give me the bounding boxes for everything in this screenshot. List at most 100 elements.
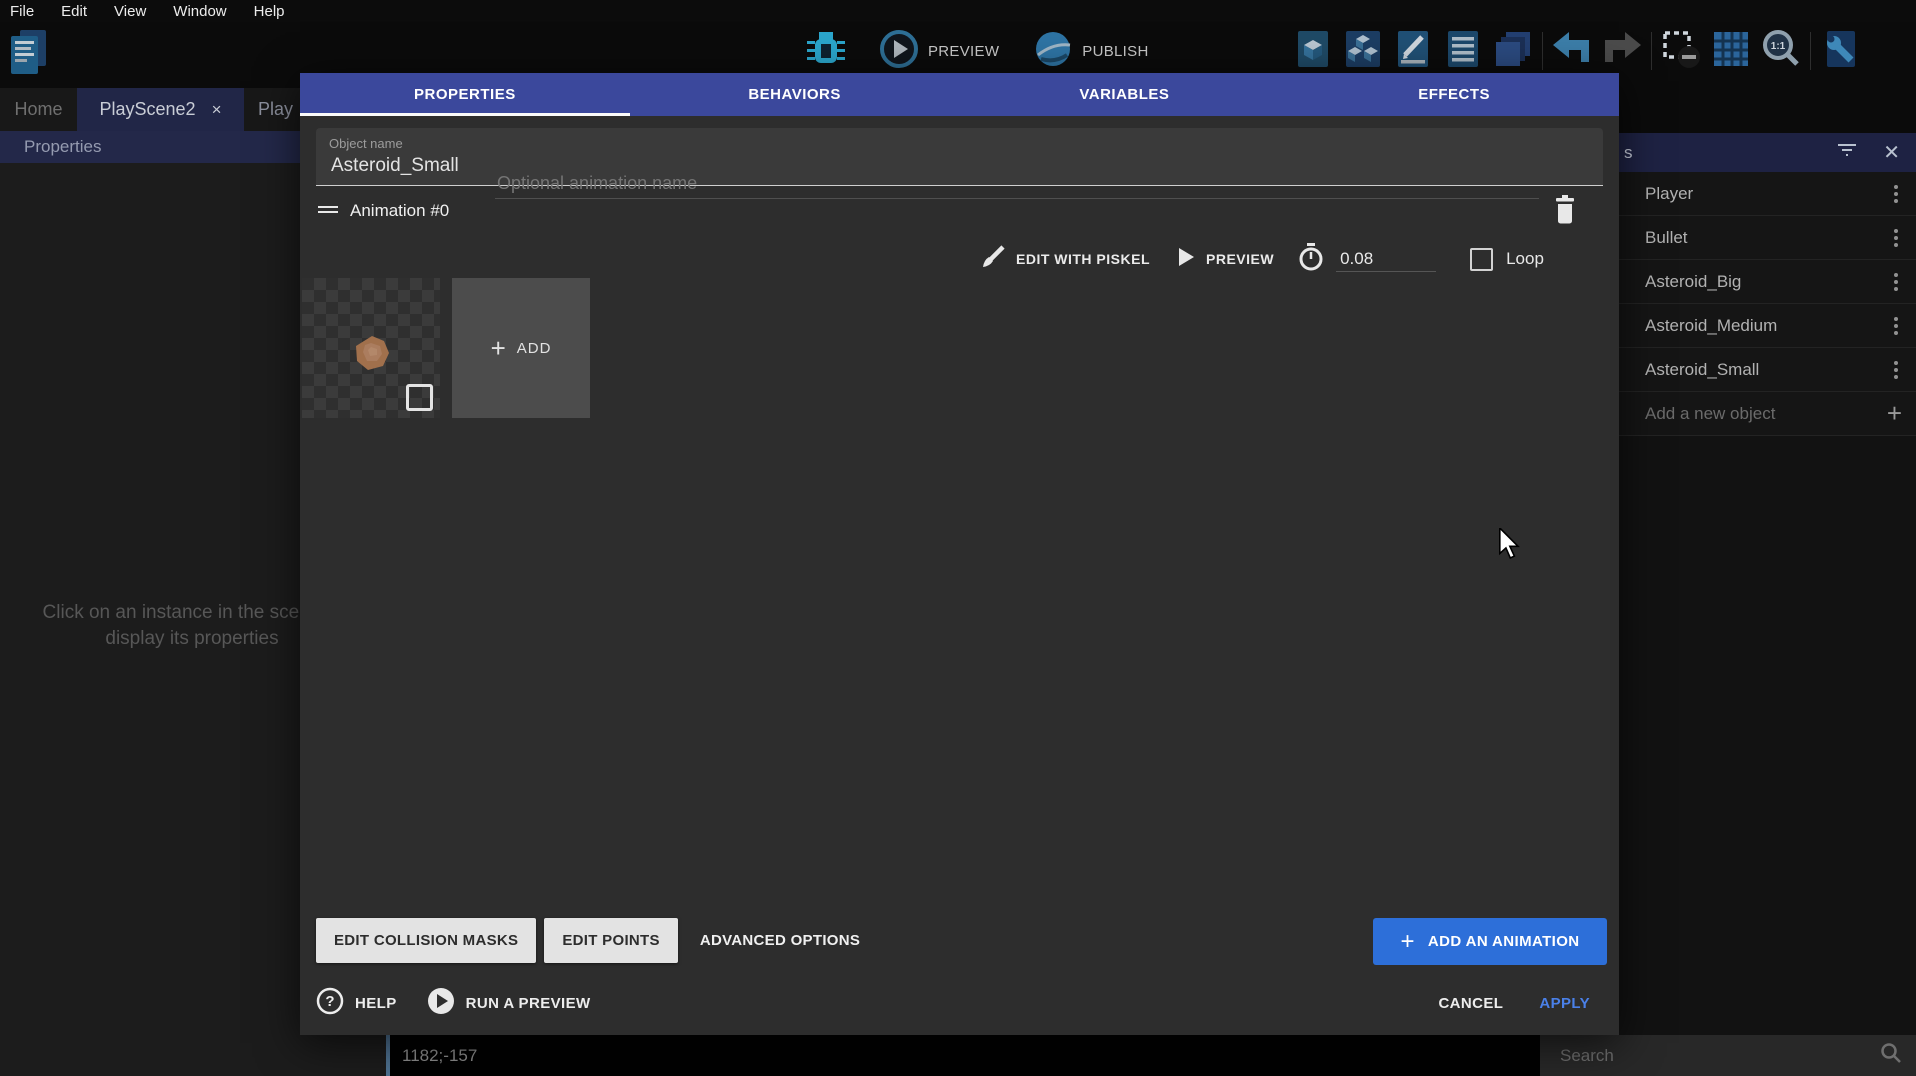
tab-home-label: Home (14, 99, 62, 120)
add-new-object-label: Add a new object (1645, 404, 1887, 424)
mouse-cursor (1498, 528, 1522, 560)
kebab-menu-icon[interactable] (1890, 313, 1902, 339)
cursor-coordinates: 1182;-157 (390, 1035, 1540, 1076)
tab-variables[interactable]: VARIABLES (960, 73, 1290, 116)
kebab-menu-icon[interactable] (1890, 357, 1902, 383)
wrench-document-icon[interactable] (1819, 28, 1861, 75)
svg-text:1:1: 1:1 (1771, 41, 1786, 52)
drag-handle-icon[interactable] (318, 203, 338, 216)
tab-playscene2-label: PlayScene2 (99, 99, 195, 120)
loop-label[interactable]: Loop (1506, 249, 1544, 269)
plus-icon[interactable]: + (1887, 398, 1902, 429)
run-preview-icon (427, 987, 455, 1020)
help-button[interactable]: HELP (355, 995, 397, 1012)
object-name-label: Object name (329, 136, 403, 151)
edit-collision-masks-button[interactable]: EDIT COLLISION MASKS (316, 918, 536, 963)
trash-icon[interactable] (1553, 195, 1577, 230)
loop-checkbox[interactable] (1470, 248, 1493, 271)
animation-frame-thumbnail[interactable] (302, 278, 440, 418)
menu-view[interactable]: View (114, 3, 146, 20)
stopwatch-icon (1298, 243, 1324, 276)
animation-name-input[interactable] (495, 169, 1539, 199)
edit-points-button[interactable]: EDIT POINTS (544, 918, 677, 963)
pencil-document-icon[interactable] (1392, 28, 1434, 75)
cubes-icon[interactable] (1342, 28, 1384, 75)
edit-with-piskel-button[interactable]: EDIT WITH PISKEL (1016, 251, 1150, 267)
object-row-asteroid-big[interactable]: Asteroid_Big (1619, 260, 1916, 304)
object-row-bullet[interactable]: Bullet (1619, 216, 1916, 260)
object-row-player[interactable]: Player (1619, 172, 1916, 216)
menu-edit[interactable]: Edit (61, 3, 87, 20)
add-an-animation-button[interactable]: + ADD AN ANIMATION (1373, 918, 1607, 965)
run-a-preview-button[interactable]: RUN A PREVIEW (466, 995, 591, 1012)
kebab-menu-icon[interactable] (1890, 269, 1902, 295)
gdevelop-window: File Edit View Window Help (0, 0, 1916, 1076)
toolbar-right: 1:1 (1292, 28, 1861, 74)
cube-document-icon[interactable] (1292, 28, 1334, 75)
tab-play-label: Play (258, 99, 293, 120)
add-frame-button[interactable]: + ADD (452, 278, 590, 418)
time-between-frames-input[interactable] (1336, 247, 1436, 272)
add-an-animation-label: ADD AN ANIMATION (1428, 933, 1580, 950)
grid-icon[interactable] (1710, 28, 1752, 75)
redo-arrow-icon[interactable] (1601, 28, 1643, 75)
publish-globe-icon[interactable] (1033, 29, 1073, 74)
close-icon[interactable]: ✕ (1883, 140, 1900, 165)
search-bar (1540, 1035, 1916, 1076)
dialog-actions: EDIT COLLISION MASKS EDIT POINTS ADVANCE… (316, 918, 874, 963)
object-row-asteroid-medium[interactable]: Asteroid_Medium (1619, 304, 1916, 348)
objects-panel: s ✕ Player Bullet Asteroid_Big Asteroid_… (1619, 133, 1916, 1035)
properties-panel-header: Properties (0, 131, 316, 163)
layers-icon[interactable] (1492, 28, 1534, 75)
plus-icon: + (1400, 928, 1414, 956)
svg-text:?: ? (325, 993, 334, 1010)
cancel-button[interactable]: CANCEL (1438, 995, 1503, 1012)
selection-mask-icon[interactable] (1660, 28, 1702, 75)
object-name: Asteroid_Medium (1645, 316, 1890, 336)
object-row-asteroid-small[interactable]: Asteroid_Small (1619, 348, 1916, 392)
app-logo-icon (8, 28, 48, 83)
publish-button[interactable]: PUBLISH (1082, 43, 1148, 60)
preview-play-icon[interactable] (879, 29, 919, 74)
undo-arrow-icon[interactable] (1551, 28, 1593, 75)
advanced-options-button[interactable]: ADVANCED OPTIONS (686, 918, 874, 963)
animation-toolbar: EDIT WITH PISKEL PREVIEW Loop (980, 238, 1544, 280)
brush-icon (980, 244, 1006, 275)
search-input[interactable] (1540, 1045, 1880, 1067)
dialog-footer-right: CANCEL APPLY (1438, 978, 1590, 1028)
add-frame-label: ADD (517, 340, 552, 357)
objects-header-partial-text: s (1619, 143, 1633, 163)
object-name: Asteroid_Big (1645, 272, 1890, 292)
animation-title: Animation #0 (350, 201, 449, 221)
filter-icon[interactable] (1837, 143, 1857, 162)
object-editor-dialog: PROPERTIES BEHAVIORS VARIABLES EFFECTS O… (300, 73, 1619, 1035)
kebab-menu-icon[interactable] (1890, 181, 1902, 207)
list-document-icon[interactable] (1442, 28, 1484, 75)
selected-tab-indicator (300, 113, 630, 116)
kebab-menu-icon[interactable] (1890, 225, 1902, 251)
tab-home[interactable]: Home (0, 88, 77, 131)
tab-behaviors[interactable]: BEHAVIORS (630, 73, 960, 116)
toolbar-separator (1810, 32, 1811, 70)
preview-button[interactable]: PREVIEW (928, 43, 999, 60)
toolbar-center: PREVIEW PUBLISH (805, 28, 1149, 74)
tab-playscene2[interactable]: PlayScene2 × (77, 88, 244, 131)
debug-bug-icon[interactable] (805, 26, 847, 77)
help-icon: ? (316, 987, 344, 1020)
menu-window[interactable]: Window (173, 3, 226, 20)
apply-button[interactable]: APPLY (1539, 995, 1590, 1012)
plus-icon: + (491, 335, 506, 361)
status-bar-left (0, 1035, 386, 1076)
tab-effects[interactable]: EFFECTS (1289, 73, 1619, 116)
menu-help[interactable]: Help (254, 3, 285, 20)
object-name: Bullet (1645, 228, 1890, 248)
menu-bar: File Edit View Window Help (0, 0, 1916, 22)
preview-animation-button[interactable]: PREVIEW (1206, 251, 1274, 267)
zoom-1-1-icon[interactable]: 1:1 (1760, 28, 1802, 75)
add-new-object-row[interactable]: Add a new object + (1619, 392, 1916, 436)
objects-panel-header: s ✕ (1619, 133, 1916, 172)
menu-file[interactable]: File (10, 3, 34, 20)
tab-properties[interactable]: PROPERTIES (300, 73, 630, 116)
frame-select-checkbox[interactable] (406, 384, 433, 411)
close-icon[interactable]: × (212, 100, 222, 120)
